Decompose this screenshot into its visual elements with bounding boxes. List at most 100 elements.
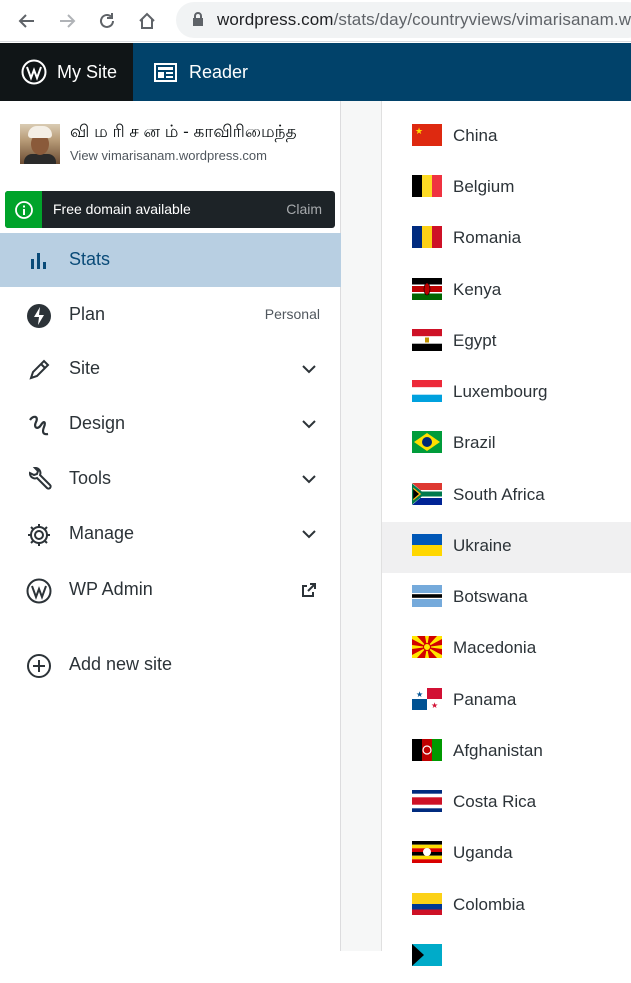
main-content: ★ China Belgium Romania Kenya Egypt Luxe… [341, 101, 631, 966]
sidebar-item-label: Plan [69, 304, 106, 324]
country-name: Ukraine [453, 536, 512, 555]
panama-flag-icon: ★★ [412, 688, 442, 710]
sidebar-item-label: Site [69, 358, 101, 378]
list-item[interactable]: Macedonia [382, 624, 631, 675]
sidebar-item-label: Stats [69, 249, 111, 269]
notice-text: Free domain available [53, 201, 191, 217]
reload-icon [100, 13, 114, 28]
sidebar-item-label: Manage [69, 523, 135, 543]
partial-flag-icon [412, 944, 442, 966]
kenya-flag-icon [412, 278, 442, 300]
sidebar-item-label: Design [69, 413, 126, 433]
my-site-button[interactable]: My Site [0, 43, 133, 101]
sidebar-item-manage[interactable]: Manage [0, 507, 341, 561]
south-africa-flag-icon [412, 483, 442, 505]
sidebar-item-label: Tools [69, 468, 112, 488]
sidebar-item-tools[interactable]: Tools [0, 452, 341, 506]
list-item[interactable]: Egypt [382, 317, 631, 368]
sidebar-item-site[interactable]: Site [0, 342, 341, 396]
brazil-flag-icon [412, 431, 442, 453]
site-card[interactable]: வி ம ரி ச ன ம் - காவிரிமைந்த View vimari… [20, 121, 340, 165]
home-icon [139, 12, 155, 29]
afghanistan-flag-icon [412, 739, 442, 761]
wordpress-logo-icon [21, 59, 47, 85]
country-name: Brazil [453, 433, 496, 452]
ukraine-flag-icon [412, 534, 442, 556]
home-button[interactable] [132, 6, 162, 36]
add-circle-icon [26, 653, 52, 679]
macedonia-flag-icon [412, 636, 442, 658]
list-item[interactable]: Colombia [382, 881, 631, 932]
list-item[interactable]: Afghanistan [382, 727, 631, 778]
china-flag-icon: ★ [412, 124, 442, 146]
chevron-down-icon [302, 365, 316, 374]
pencil-icon [26, 357, 52, 383]
country-name: Costa Rica [453, 792, 537, 811]
chevron-down-icon [302, 420, 316, 429]
sidebar-item-plan[interactable]: Plan Personal [0, 288, 341, 342]
country-name: Luxembourg [453, 382, 548, 401]
list-item[interactable]: South Africa [382, 471, 631, 522]
forward-button[interactable] [52, 6, 82, 36]
address-bar[interactable]: wordpress.com/stats/day/countryviews/vim… [176, 2, 631, 38]
masterbar: My Site Reader [0, 43, 631, 101]
list-item[interactable]: Brazil [382, 419, 631, 470]
uganda-flag-icon [412, 841, 442, 863]
list-item[interactable]: Kenya [382, 266, 631, 317]
gear-icon [26, 522, 52, 548]
plan-badge: Personal [264, 306, 320, 322]
list-item[interactable]: Costa Rica [382, 778, 631, 829]
site-title: வி ம ரி ச ன ம் - காவிரிமைந்த [70, 122, 340, 144]
wrench-icon [26, 467, 52, 493]
sidebar-item-wp-admin[interactable]: WP Admin [0, 563, 341, 617]
arrow-left-icon [18, 14, 34, 28]
list-item[interactable]: Romania [382, 214, 631, 265]
colombia-flag-icon [412, 893, 442, 915]
sidebar-item-add-new-site[interactable]: Add new site [0, 638, 341, 692]
list-item[interactable] [382, 932, 631, 983]
egypt-flag-icon [412, 329, 442, 351]
costa-rica-flag-icon [412, 790, 442, 812]
country-name: Uganda [453, 843, 513, 862]
country-name: Romania [453, 228, 522, 247]
sidebar-item-label: WP Admin [69, 579, 153, 599]
list-item[interactable]: Ukraine [382, 522, 631, 573]
free-domain-notice[interactable]: Free domain available Claim [5, 191, 335, 228]
list-item[interactable]: ★ ★ Panama [382, 676, 631, 727]
site-title-text: வி ம ரி ச ன ம் - காவிரிமைந்த [70, 122, 297, 141]
luxembourg-flag-icon [412, 380, 442, 402]
sidebar-item-stats[interactable]: Stats [0, 233, 341, 287]
claim-button[interactable]: Claim [286, 201, 322, 217]
my-site-label: My Site [57, 61, 118, 82]
list-item[interactable]: ★ China [382, 112, 631, 163]
reload-button[interactable] [92, 6, 122, 36]
country-name: Kenya [453, 280, 502, 299]
country-name: South Africa [453, 485, 545, 504]
stats-icon [26, 248, 52, 274]
plan-icon [26, 303, 52, 329]
site-url[interactable]: View vimarisanam.wordpress.com [70, 148, 267, 163]
arrow-right-icon [60, 14, 76, 28]
country-name: Macedonia [453, 638, 537, 657]
svg-text:★: ★ [416, 690, 423, 699]
list-item[interactable]: Uganda [382, 829, 631, 880]
reader-icon [154, 62, 177, 82]
sidebar: வி ம ரி ச ன ம் - காவிரிமைந்த View vimari… [0, 101, 341, 951]
list-item[interactable]: Belgium [382, 163, 631, 214]
list-item[interactable]: Luxembourg [382, 368, 631, 419]
back-button[interactable] [12, 6, 42, 36]
reader-button[interactable]: Reader [154, 43, 248, 101]
info-icon [5, 191, 42, 228]
chevron-down-icon [302, 475, 316, 484]
svg-text:★: ★ [415, 126, 423, 136]
design-icon [26, 412, 52, 438]
list-item[interactable]: Botswana [382, 573, 631, 624]
external-link-icon [302, 583, 316, 597]
url-text: wordpress.com/stats/day/countryviews/vim… [217, 10, 631, 30]
lock-icon [193, 12, 203, 26]
reader-label: Reader [189, 61, 249, 82]
url-domain: wordpress.com [217, 10, 334, 29]
wordpress-icon [26, 578, 52, 604]
sidebar-item-design[interactable]: Design [0, 397, 341, 451]
chevron-down-icon [302, 530, 316, 539]
